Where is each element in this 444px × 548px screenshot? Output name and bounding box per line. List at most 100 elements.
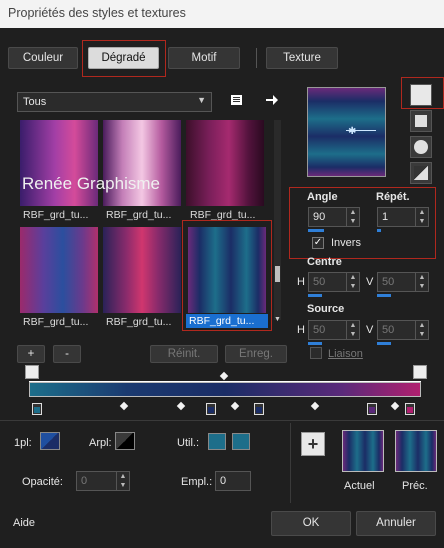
source-label: Source	[307, 303, 345, 315]
color-stop-3[interactable]	[254, 403, 264, 415]
center-label: Centre	[307, 256, 342, 268]
link-label: Liaison	[328, 348, 363, 360]
opacity-bar	[29, 381, 421, 382]
chevron-down-icon: ▼	[197, 95, 206, 105]
window-title: Propriétés des styles et textures	[8, 6, 186, 20]
color-midpoint[interactable]	[119, 401, 129, 411]
color-midpoint[interactable]	[230, 401, 240, 411]
scroll-down-icon[interactable]: ▼	[274, 316, 281, 323]
arrow-right-icon[interactable]	[265, 93, 279, 107]
link-checkbox[interactable]	[310, 347, 322, 359]
used-color-swatch-1[interactable]	[208, 433, 226, 450]
scrollbar-thumb[interactable]	[275, 266, 280, 282]
library-icon[interactable]	[230, 93, 244, 107]
source-v-label: V	[366, 324, 374, 336]
repeat-label: Répét.	[376, 191, 410, 203]
save-gradient-button[interactable]: Enreg.	[225, 345, 287, 363]
spin-arrows-icon[interactable]: ▲ ▼	[346, 208, 359, 226]
gradient-thumb-3[interactable]	[186, 120, 264, 206]
tab-couleur[interactable]: Couleur	[8, 47, 78, 69]
gradient-label-6: RBF_grd_tu...	[186, 314, 268, 328]
source-v-slider[interactable]	[377, 342, 391, 345]
add-swatch-icon[interactable]: +	[301, 432, 325, 456]
first-plane-swatch[interactable]	[40, 432, 60, 450]
angle-slider[interactable]	[308, 229, 324, 232]
stop-editor-start-icon[interactable]	[25, 365, 39, 379]
divider	[290, 423, 291, 503]
center-v-input[interactable]: 50 ▲ ▼	[377, 272, 429, 292]
center-v-label: V	[366, 276, 374, 288]
tab-degrade[interactable]: Dégradé	[88, 47, 159, 69]
gradient-label-5: RBF_grd_tu...	[106, 316, 172, 328]
gradient-label-2: RBF_grd_tu...	[106, 209, 172, 221]
gradient-label-1: RBF_grd_tu...	[23, 209, 89, 221]
gradient-thumb-6[interactable]	[188, 227, 266, 313]
gradient-bar[interactable]	[29, 382, 421, 397]
used-color-swatch-2[interactable]	[232, 433, 250, 450]
previous-label: Préc.	[402, 480, 428, 492]
gradient-label-3: RBF_grd_tu...	[190, 209, 256, 221]
opacity-input[interactable]: 0 ▲ ▼	[76, 471, 130, 491]
source-v-input[interactable]: 50 ▲ ▼	[377, 320, 429, 340]
color-stop-2[interactable]	[206, 403, 216, 415]
color-midpoint[interactable]	[390, 401, 400, 411]
gradient-preview[interactable]: ✱	[307, 87, 386, 177]
opacity-midpoint[interactable]	[219, 371, 229, 381]
color-midpoint[interactable]	[176, 401, 186, 411]
center-handle-icon[interactable]: ✱	[348, 126, 356, 137]
current-swatch[interactable]	[342, 430, 384, 472]
repeat-value: 1	[382, 211, 389, 223]
spin-arrows-icon[interactable]: ▲ ▼	[346, 321, 359, 339]
gradient-thumb-4[interactable]	[20, 227, 98, 313]
cancel-button[interactable]: Annuler	[356, 511, 436, 536]
reset-button[interactable]: Réinit.	[150, 345, 218, 363]
watermark-text: Renée Graphisme	[22, 174, 160, 193]
source-h-label: H	[297, 324, 305, 336]
scrollbar-track[interactable]	[274, 120, 281, 320]
previous-swatch[interactable]	[395, 430, 437, 472]
center-h-value: 50	[313, 276, 326, 288]
center-v-value: 50	[382, 276, 395, 288]
radial-gradient-icon[interactable]	[410, 136, 432, 158]
category-value: Tous	[23, 96, 47, 108]
location-label: Empl.:	[181, 476, 213, 488]
spin-arrows-icon[interactable]: ▲ ▼	[346, 273, 359, 291]
spin-arrows-icon[interactable]: ▲ ▼	[415, 321, 428, 339]
color-stop-4[interactable]	[367, 403, 377, 415]
sunburst-gradient-icon[interactable]	[410, 162, 432, 184]
center-v-slider[interactable]	[377, 294, 391, 297]
source-v-value: 50	[382, 324, 395, 336]
source-h-value: 50	[313, 324, 326, 336]
repeat-input[interactable]: 1 ▲ ▼	[377, 207, 429, 227]
location-input[interactable]: 0	[215, 471, 251, 491]
source-h-slider[interactable]	[308, 342, 322, 345]
back-plane-swatch[interactable]	[115, 432, 135, 450]
back-plane-label: Arpl:	[89, 437, 112, 449]
color-stop-5[interactable]	[405, 403, 415, 415]
tab-divider	[256, 48, 257, 68]
spin-arrows-icon[interactable]: ▲ ▼	[116, 472, 129, 490]
rectangular-gradient-icon[interactable]	[410, 110, 432, 132]
spin-arrows-icon[interactable]: ▲ ▼	[415, 208, 428, 226]
invert-checkbox[interactable]: ✓	[312, 237, 324, 249]
category-select[interactable]: Tous ▼	[17, 92, 212, 112]
angle-input[interactable]: 90 ▲ ▼	[308, 207, 360, 227]
source-h-input[interactable]: 50 ▲ ▼	[308, 320, 360, 340]
tab-motif[interactable]: Motif	[168, 47, 240, 69]
remove-gradient-button[interactable]: -	[53, 345, 81, 363]
add-gradient-button[interactable]: +	[17, 345, 45, 363]
stop-editor-end-icon[interactable]	[413, 365, 427, 379]
help-link[interactable]: Aide	[13, 517, 35, 529]
color-midpoint[interactable]	[310, 401, 320, 411]
tab-texture[interactable]: Texture	[266, 47, 338, 69]
angle-value: 90	[313, 211, 326, 223]
center-h-slider[interactable]	[308, 294, 322, 297]
repeat-slider[interactable]	[377, 229, 381, 232]
divider	[0, 420, 444, 421]
linear-gradient-icon[interactable]	[410, 84, 432, 106]
color-stop-1[interactable]	[32, 403, 42, 415]
gradient-thumb-5[interactable]	[103, 227, 181, 313]
center-h-input[interactable]: 50 ▲ ▼	[308, 272, 360, 292]
spin-arrows-icon[interactable]: ▲ ▼	[415, 273, 428, 291]
ok-button[interactable]: OK	[271, 511, 351, 536]
